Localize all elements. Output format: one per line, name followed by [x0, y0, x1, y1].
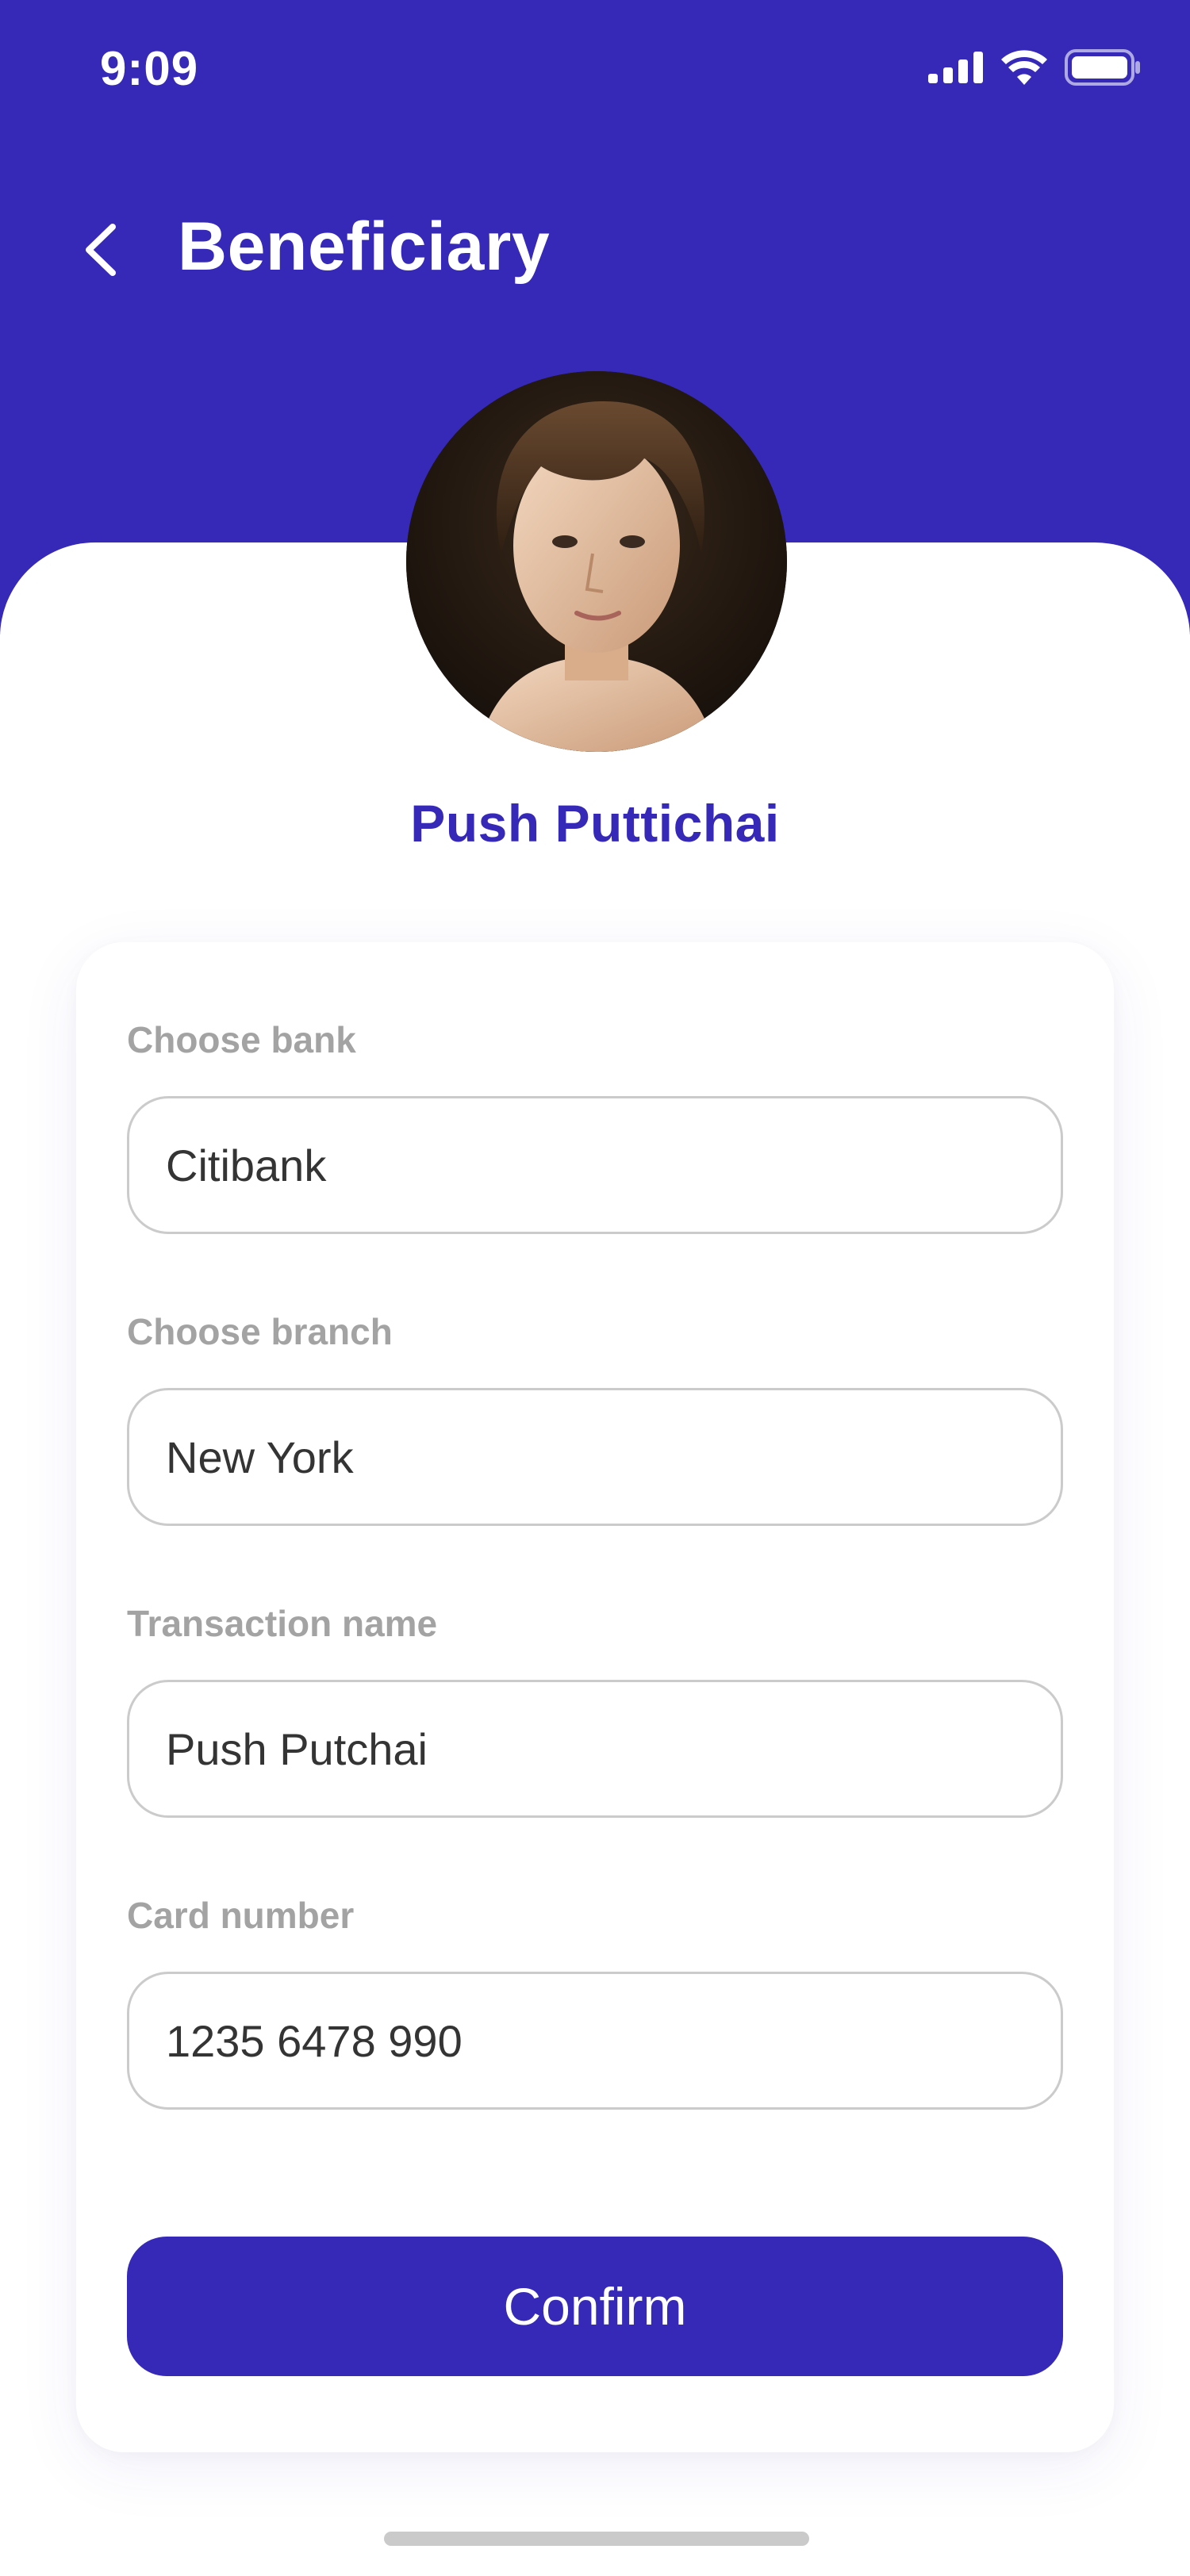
card-number-label: Card number	[127, 1895, 355, 1936]
branch-select[interactable]: New York	[127, 1388, 1063, 1526]
bank-label: Choose bank	[127, 1019, 356, 1060]
beneficiary-form: Choose bank Citibank Choose branch New Y…	[76, 942, 1114, 2452]
branch-label: Choose branch	[127, 1311, 393, 1352]
signal-icon	[928, 52, 984, 83]
card-number-input[interactable]: 1235 6478 990	[127, 1972, 1063, 2110]
battery-icon	[1065, 49, 1141, 86]
home-indicator	[384, 2532, 809, 2546]
profile-name: Push Puttichai	[410, 794, 780, 853]
page-title: Beneficiary	[178, 209, 551, 285]
avatar	[406, 371, 787, 752]
transaction-name-input[interactable]: Push Putchai	[127, 1680, 1063, 1818]
confirm-button[interactable]: Confirm	[127, 2237, 1063, 2376]
wifi-icon	[1001, 50, 1047, 85]
back-button[interactable]	[76, 216, 124, 287]
bank-select[interactable]: Citibank	[127, 1096, 1063, 1234]
transaction-name-label: Transaction name	[127, 1603, 438, 1644]
user-photo	[406, 371, 787, 752]
chevron-left-icon	[83, 222, 117, 282]
status-icons	[928, 49, 1141, 86]
status-time: 9:09	[100, 42, 199, 95]
status-bar: 9:09	[0, 0, 1190, 143]
